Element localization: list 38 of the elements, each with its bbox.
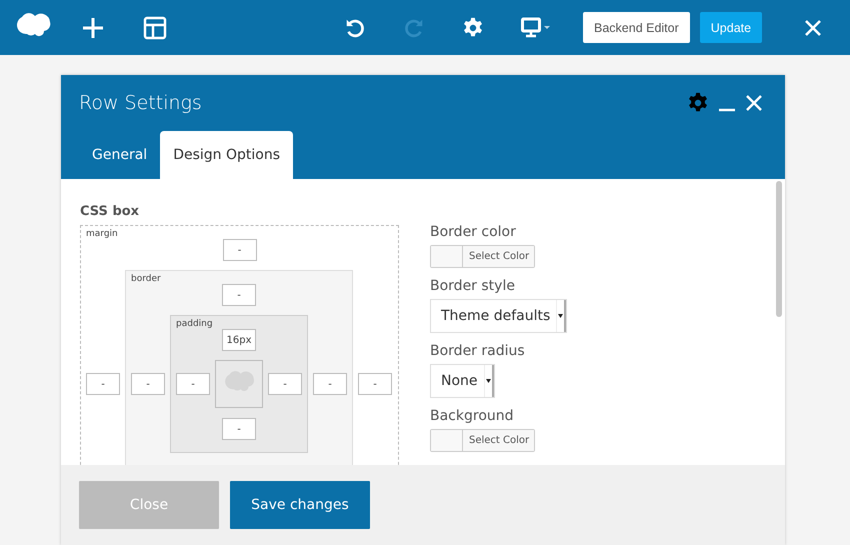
value-field[interactable]: 16px bbox=[222, 329, 256, 351]
section-title: CSS box bbox=[80, 204, 140, 219]
field-label: Border color bbox=[430, 224, 517, 240]
dialog-title: Row Settings bbox=[79, 92, 202, 114]
field-label: Background bbox=[430, 408, 515, 424]
color-picker[interactable]: Select Color bbox=[430, 429, 535, 452]
tab[interactable]: General bbox=[79, 131, 160, 179]
value-field[interactable]: - bbox=[222, 284, 256, 306]
plus-icon[interactable] bbox=[81, 16, 105, 40]
dropdown[interactable]: None bbox=[430, 364, 495, 398]
layer-label: margin bbox=[86, 229, 119, 239]
undo-icon[interactable] bbox=[344, 16, 366, 38]
value-field[interactable]: - bbox=[268, 373, 302, 395]
layout-icon[interactable] bbox=[143, 16, 167, 40]
color-picker[interactable]: Select Color bbox=[430, 245, 535, 268]
field-label: Border style bbox=[430, 278, 516, 294]
caret-icon[interactable] bbox=[484, 365, 494, 397]
layer-label: border bbox=[131, 274, 162, 284]
caret-icon[interactable] bbox=[556, 300, 566, 332]
backend-editor-button[interactable]: Backend Editor bbox=[583, 12, 690, 43]
settings-icon[interactable] bbox=[462, 16, 484, 38]
settings-icon[interactable] bbox=[687, 92, 709, 114]
value-field[interactable]: - bbox=[86, 373, 120, 395]
scrollbar[interactable] bbox=[776, 181, 782, 317]
value-field[interactable]: - bbox=[222, 418, 256, 440]
dropdown[interactable]: Theme defaults bbox=[430, 299, 568, 333]
value-field[interactable]: - bbox=[176, 373, 210, 395]
close-icon[interactable] bbox=[804, 18, 822, 36]
close-icon[interactable] bbox=[745, 94, 763, 112]
value-field[interactable]: - bbox=[222, 239, 256, 261]
value-field[interactable]: - bbox=[313, 373, 347, 395]
tab[interactable]: Design Options bbox=[160, 131, 293, 179]
layer-label: padding bbox=[176, 319, 214, 329]
save-button[interactable]: Save changes bbox=[230, 481, 370, 529]
monitor-icon[interactable] bbox=[521, 16, 551, 38]
value-field[interactable]: - bbox=[131, 373, 165, 395]
value-field[interactable]: - bbox=[358, 373, 392, 395]
field-label: Border radius bbox=[430, 343, 526, 359]
